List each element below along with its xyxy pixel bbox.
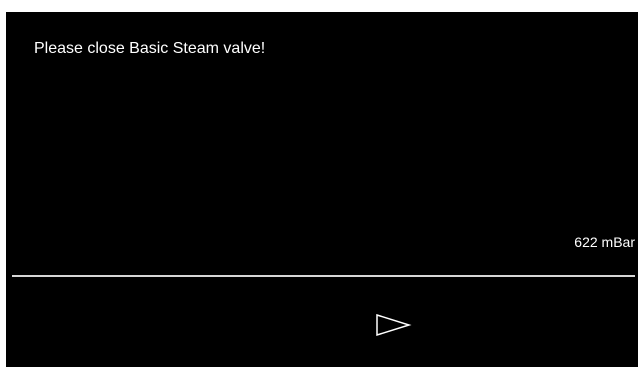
divider-line (12, 275, 635, 277)
pressure-reading: 622 mBar (574, 234, 635, 250)
next-button[interactable] (370, 308, 416, 342)
play-outline-icon (376, 313, 412, 337)
instruction-message: Please close Basic Steam valve! (34, 40, 266, 57)
dialog-screen: Please close Basic Steam valve! 622 mBar (6, 12, 638, 367)
